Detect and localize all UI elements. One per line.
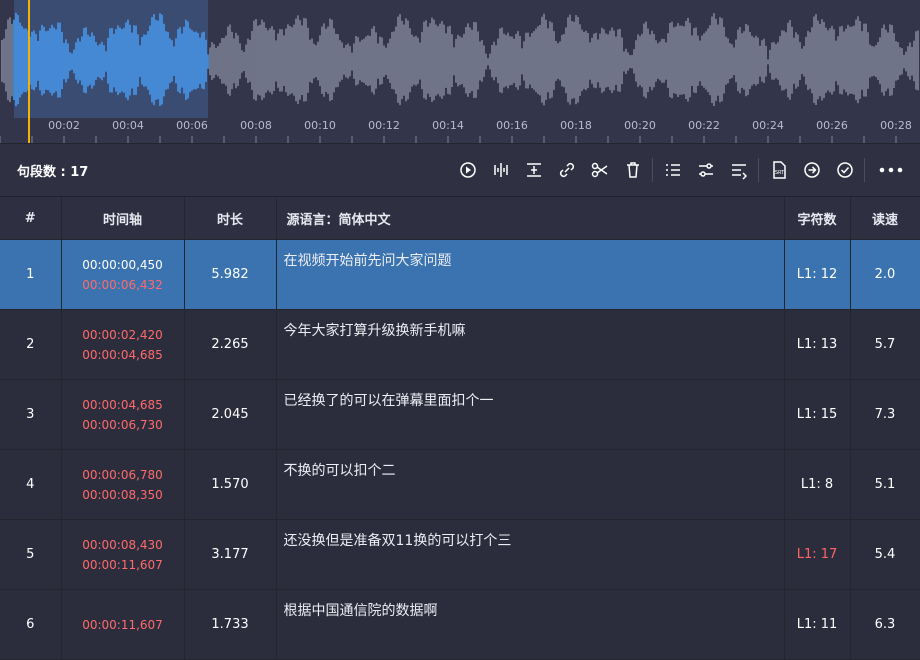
- table-row[interactable]: 5 00:00:08,430 00:00:11,607 3.177 还没换但是准备双11…: [0, 519, 920, 590]
- row-char-count: L1: 17: [784, 519, 851, 590]
- row-duration: 2.265: [184, 309, 277, 380]
- table-header-row: # 时间轴 时长 源语言：简体中文 字符数 读速: [0, 197, 920, 240]
- start-time[interactable]: 00:00:00,450: [63, 255, 183, 275]
- subtitle-table: # 时间轴 时长 源语言：简体中文 字符数 读速 1 00:00:00,450 00…: [0, 197, 920, 660]
- table-row[interactable]: 4 00:00:06,780 00:00:08,350 1.570 不换的可以扣个二 L1…: [0, 449, 920, 520]
- row-reading-speed: 5.1: [850, 449, 920, 520]
- row-char-count: L1: 13: [784, 309, 851, 380]
- time-tick-label: 00:06: [176, 119, 208, 132]
- tool-group: SRT: [451, 156, 908, 184]
- svg-text:SRT: SRT: [774, 170, 784, 176]
- row-duration: 1.570: [184, 449, 277, 520]
- list-merge-icon[interactable]: [722, 156, 755, 184]
- row-source-text[interactable]: 不换的可以扣个二: [276, 449, 785, 520]
- row-timeline[interactable]: 00:00:02,420 00:00:04,685: [61, 309, 185, 380]
- link-icon[interactable]: [550, 156, 583, 184]
- row-duration: 2.045: [184, 379, 277, 450]
- split-waveform-icon[interactable]: [484, 156, 517, 184]
- row-duration: 3.177: [184, 519, 277, 590]
- row-duration: 5.982: [184, 239, 277, 310]
- row-reading-speed: 5.4: [850, 519, 920, 590]
- time-tick-label: 00:08: [240, 119, 272, 132]
- table-row[interactable]: 2 00:00:02,420 00:00:04,685 2.265 今年大家打算升级换新…: [0, 309, 920, 380]
- row-reading-speed: 7.3: [850, 379, 920, 450]
- row-number: 1: [0, 239, 62, 310]
- start-time[interactable]: 00:00:11,607: [63, 615, 183, 635]
- selection-region: [14, 0, 208, 118]
- row-reading-speed: 5.7: [850, 309, 920, 380]
- row-number: 2: [0, 309, 62, 380]
- scissors-icon[interactable]: [583, 156, 616, 184]
- row-timeline[interactable]: 00:00:06,780 00:00:08,350: [61, 449, 185, 520]
- row-source-text[interactable]: 根据中国通信院的数据啊: [276, 589, 785, 660]
- time-tick-label: 00:02: [48, 119, 80, 132]
- start-time[interactable]: 00:00:06,780: [63, 465, 183, 485]
- table-row[interactable]: 3 00:00:04,685 00:00:06,730 2.045 已经换了的可以在弹幕…: [0, 379, 920, 450]
- row-source-text[interactable]: 在视频开始前先问大家问题: [276, 239, 785, 310]
- srt-file-icon[interactable]: SRT: [762, 156, 795, 184]
- start-time[interactable]: 00:00:08,430: [63, 535, 183, 555]
- header-number: #: [0, 197, 62, 240]
- time-tick-label: 00:12: [368, 119, 400, 132]
- end-time[interactable]: 00:00:06,730: [63, 415, 183, 435]
- toolbar-divider: [652, 158, 653, 182]
- toolbar-divider: [864, 158, 865, 182]
- header-char-count: 字符数: [784, 197, 851, 240]
- time-tick-label: 00:26: [816, 119, 848, 132]
- more-icon[interactable]: [874, 156, 908, 184]
- header-duration: 时长: [184, 197, 277, 240]
- row-reading-speed: 6.3: [850, 589, 920, 660]
- start-time[interactable]: 00:00:02,420: [63, 325, 183, 345]
- row-char-count: L1: 12: [784, 239, 851, 310]
- segment-count: 句段数 : 17: [17, 164, 89, 180]
- trash-icon[interactable]: [616, 156, 649, 184]
- row-timeline[interactable]: 00:00:11,607: [61, 589, 185, 660]
- time-tick-label: 00:22: [688, 119, 720, 132]
- check-circle-icon[interactable]: [828, 156, 861, 184]
- row-source-text[interactable]: 已经换了的可以在弹幕里面扣个一: [276, 379, 785, 450]
- playhead-cursor[interactable]: [28, 0, 30, 143]
- sort-icon[interactable]: [656, 156, 689, 184]
- waveform-panel[interactable]: 00:02 00:04 00:06 00:08 00:10 00:12 00:14 00:16…: [0, 0, 920, 144]
- table-row[interactable]: 6 00:00:11,607 1.733 根据中国通信院的数据啊 L1: 11 6.3: [0, 589, 920, 660]
- row-timeline[interactable]: 00:00:04,685 00:00:06,730: [61, 379, 185, 450]
- row-duration: 1.733: [184, 589, 277, 660]
- header-timeline: 时间轴: [61, 197, 185, 240]
- toolbar-divider: [758, 158, 759, 182]
- time-tick-label: 00:18: [560, 119, 592, 132]
- end-time[interactable]: 00:00:11,607: [63, 555, 183, 575]
- row-char-count: L1: 15: [784, 379, 851, 450]
- time-tick-label: 00:20: [624, 119, 656, 132]
- time-tick-label: 00:10: [304, 119, 336, 132]
- align-center-icon[interactable]: [517, 156, 550, 184]
- play-segment-icon[interactable]: [451, 156, 484, 184]
- row-timeline[interactable]: 00:00:08,430 00:00:11,607: [61, 519, 185, 590]
- header-reading-speed: 读速: [850, 197, 920, 240]
- row-reading-speed: 2.0: [850, 239, 920, 310]
- time-tick-label: 00:24: [752, 119, 784, 132]
- row-char-count: L1: 11: [784, 589, 851, 660]
- header-source-language: 源语言：简体中文: [276, 197, 785, 240]
- time-tick-label: 00:04: [112, 119, 144, 132]
- time-tick-label: 00:14: [432, 119, 464, 132]
- row-number: 6: [0, 589, 62, 660]
- next-arrow-icon[interactable]: [795, 156, 828, 184]
- row-number: 5: [0, 519, 62, 590]
- end-time[interactable]: 00:00:06,432: [63, 275, 183, 295]
- sliders-icon[interactable]: [689, 156, 722, 184]
- row-source-text[interactable]: 还没换但是准备双11换的可以打个三: [276, 519, 785, 590]
- row-source-text[interactable]: 今年大家打算升级换新手机嘛: [276, 309, 785, 380]
- row-number: 4: [0, 449, 62, 520]
- time-tick-label: 00:28: [880, 119, 912, 132]
- table-row[interactable]: 1 00:00:00,450 00:00:06,432 5.982 在视频开始前先问大家…: [0, 239, 920, 310]
- end-time[interactable]: 00:00:08,350: [63, 485, 183, 505]
- segment-toolbar: 句段数 : 17 SRT: [0, 144, 920, 197]
- end-time[interactable]: 00:00:04,685: [63, 345, 183, 365]
- start-time[interactable]: 00:00:04,685: [63, 395, 183, 415]
- row-timeline[interactable]: 00:00:00,450 00:00:06,432: [61, 239, 185, 310]
- row-char-count: L1: 8: [784, 449, 851, 520]
- time-tick-label: 00:16: [496, 119, 528, 132]
- row-number: 3: [0, 379, 62, 450]
